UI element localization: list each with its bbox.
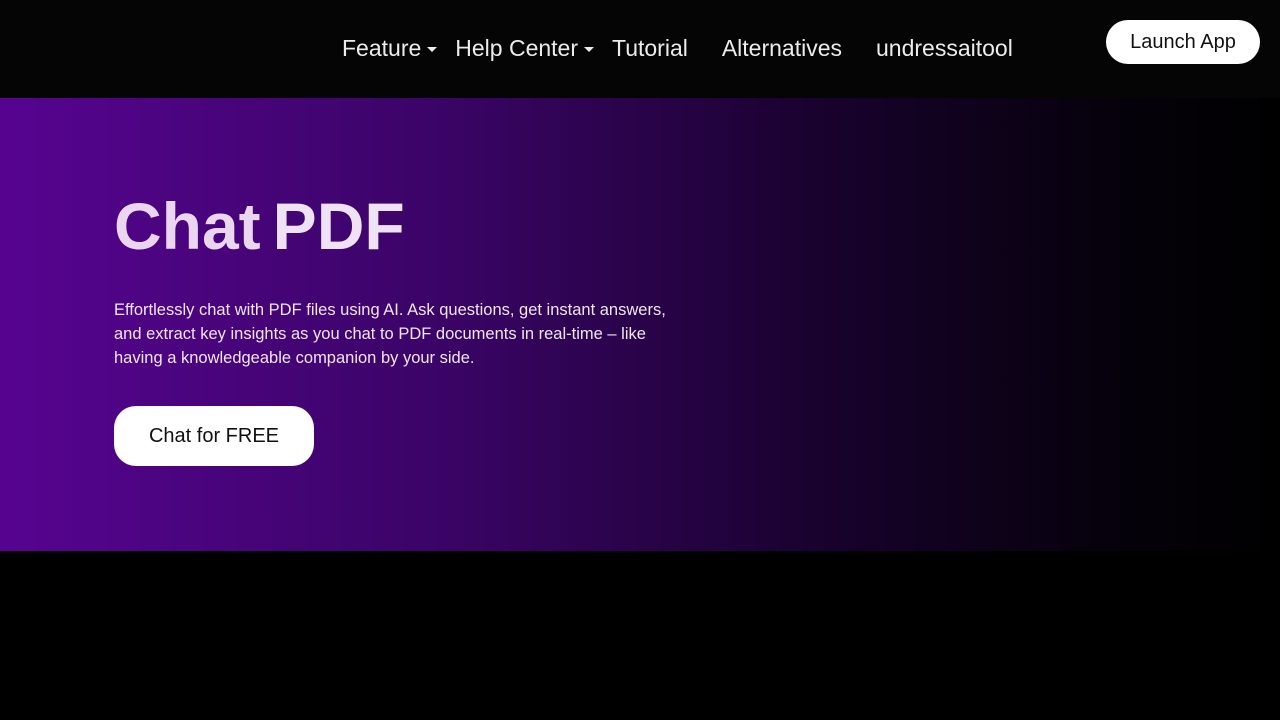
nav-item-tutorial[interactable]: Tutorial — [612, 34, 688, 62]
nav-item-label: Help Center — [455, 35, 578, 61]
title-word-chat: Chat — [114, 189, 261, 263]
page-title: Chat PDF — [114, 190, 405, 262]
hero-description: Effortlessly chat with PDF files using A… — [114, 301, 666, 367]
nav-item-undressaitool[interactable]: undressaitool — [876, 34, 1013, 62]
nav-menu: Feature Help Center Tutorial Alternative… — [342, 34, 1013, 62]
caret-down-icon — [427, 46, 438, 52]
nav-item-feature[interactable]: Feature — [342, 34, 438, 62]
title-word-pdf: PDF — [272, 189, 405, 263]
nav-item-label: Alternatives — [721, 35, 843, 61]
nav-item-alternatives[interactable]: Alternatives — [722, 34, 842, 62]
launch-app-button[interactable]: Launch App — [1106, 20, 1260, 64]
hero-section: Chat PDF Effortlessly chat with PDF file… — [0, 98, 1280, 551]
caret-down-icon — [584, 46, 594, 52]
chat-for-free-button[interactable]: Chat for FREE — [114, 406, 314, 466]
nav-item-label: Tutorial — [612, 35, 688, 61]
top-navbar: Feature Help Center Tutorial Alternative… — [0, 0, 1280, 98]
nav-item-label: Feature — [342, 35, 422, 61]
nav-item-label: undressaitool — [876, 35, 1013, 61]
page-background-bottom — [0, 551, 1280, 720]
nav-item-help-center[interactable]: Help Center — [455, 34, 594, 62]
